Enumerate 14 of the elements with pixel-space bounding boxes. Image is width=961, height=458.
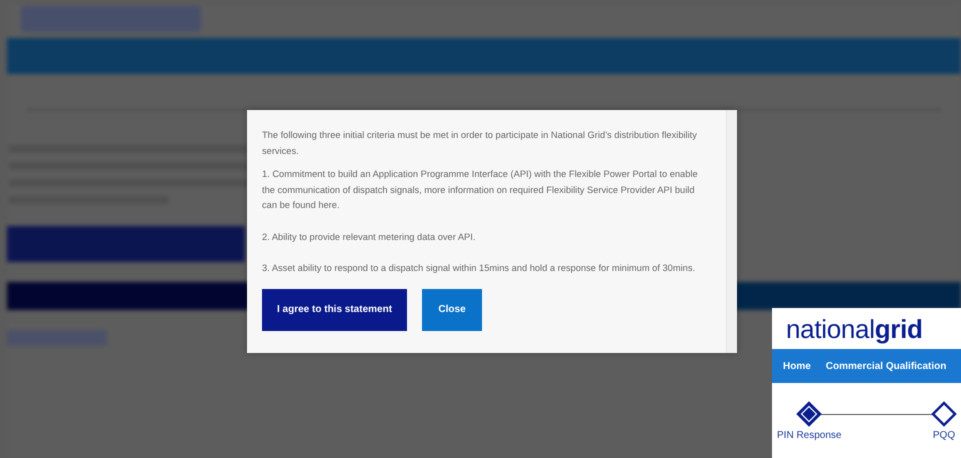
step-label: PIN Response xyxy=(777,430,842,441)
agree-button[interactable]: I agree to this statement xyxy=(262,288,408,330)
criteria-paragraph: The following three initial criteria must be met in order to participate in National Grid’s distribution flexibility services. xyxy=(262,129,698,158)
scrollbar[interactable] xyxy=(726,110,737,353)
criteria-paragraph: 3. Asset ability to respond to a dispatch signal within 15mins and hold a response for minimum of 30mins. xyxy=(262,262,696,275)
nav-link[interactable]: Home xyxy=(783,360,811,372)
nav-link[interactable]: Commercial Qualification xyxy=(826,360,946,372)
close-button[interactable]: Close xyxy=(422,288,482,330)
logo-wordmark: nationalgrid xyxy=(785,313,924,345)
step-label: PQQ xyxy=(932,430,956,441)
step-diamond-icon[interactable] xyxy=(796,401,822,427)
criteria-paragraph: 2. Ability to provide relevant metering data over API. xyxy=(262,230,476,244)
step-diamond-icon[interactable] xyxy=(931,401,957,427)
criteria-paragraph: 1. Commitment to build an Application Programme Interface (API) with the Flexible Power Portal to enable the communication of dispatch signals, more information on required Flexibility Service Provider API build can be found here. xyxy=(262,168,699,212)
